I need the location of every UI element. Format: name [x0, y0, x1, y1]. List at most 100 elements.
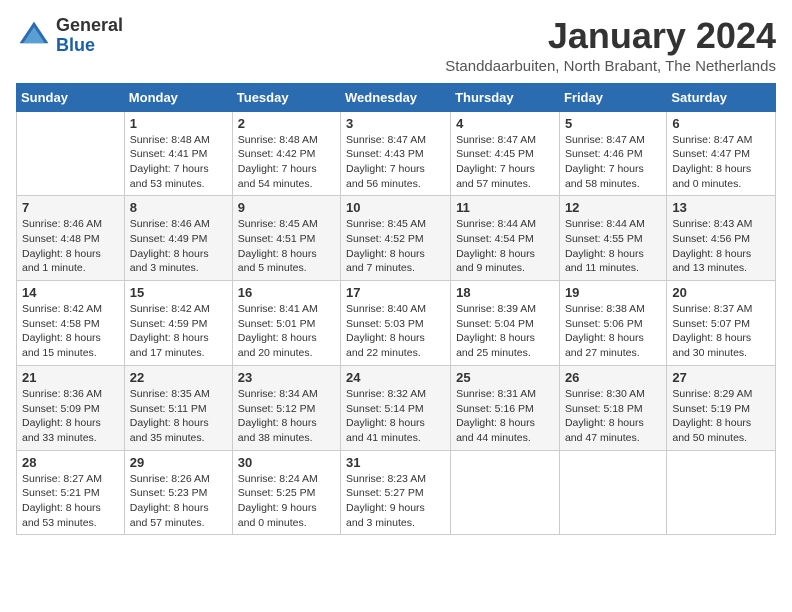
- day-info: Sunrise: 8:47 AMSunset: 4:43 PMDaylight:…: [346, 133, 445, 192]
- day-number: 7: [22, 200, 119, 215]
- day-cell: 4Sunrise: 8:47 AMSunset: 4:45 PMDaylight…: [451, 111, 560, 196]
- day-info: Sunrise: 8:35 AMSunset: 5:11 PMDaylight:…: [130, 387, 227, 446]
- logo-icon: [16, 18, 52, 54]
- day-cell: 2 Sunrise: 8:48 AMSunset: 4:42 PMDaylight…: [232, 111, 340, 196]
- day-number: 4: [456, 116, 554, 131]
- weekday-header-row: SundayMondayTuesdayWednesdayThursdayFrid…: [17, 83, 776, 111]
- day-info: Sunrise: 8:36 AMSunset: 5:09 PMDaylight:…: [22, 387, 119, 446]
- day-cell: 25Sunrise: 8:31 AMSunset: 5:16 PMDayligh…: [451, 365, 560, 450]
- day-info: Sunrise: 8:45 AMSunset: 4:51 PMDaylight:…: [238, 217, 335, 276]
- weekday-header-tuesday: Tuesday: [232, 83, 340, 111]
- day-info: Sunrise: 8:40 AMSunset: 5:03 PMDaylight:…: [346, 302, 445, 361]
- week-row-4: 28Sunrise: 8:27 AMSunset: 5:21 PMDayligh…: [17, 450, 776, 535]
- logo-text: General Blue: [56, 16, 123, 56]
- day-info: Sunrise: 8:42 AMSunset: 4:58 PMDaylight:…: [22, 302, 119, 361]
- day-number: 15: [130, 285, 227, 300]
- day-cell: 29 Sunrise: 8:26 AMSunset: 5:23 PMDayligh…: [124, 450, 232, 535]
- day-cell: 27Sunrise: 8:29 AMSunset: 5:19 PMDayligh…: [667, 365, 776, 450]
- day-info: Sunrise: 8:42 AMSunset: 4:59 PMDaylight:…: [130, 302, 227, 361]
- day-cell: 14Sunrise: 8:42 AMSunset: 4:58 PMDayligh…: [17, 281, 125, 366]
- day-number: 2: [238, 116, 335, 131]
- day-number: 30: [238, 455, 335, 470]
- week-row-1: 7Sunrise: 8:46 AMSunset: 4:48 PMDaylight…: [17, 196, 776, 281]
- day-info: Sunrise: 8:45 AMSunset: 4:52 PMDaylight:…: [346, 217, 445, 276]
- day-number: 25: [456, 370, 554, 385]
- weekday-header-sunday: Sunday: [17, 83, 125, 111]
- day-cell: 18 Sunrise: 8:39 AMSunset: 5:04 PMDayligh…: [451, 281, 560, 366]
- day-number: 5: [565, 116, 661, 131]
- day-number: 18: [456, 285, 554, 300]
- day-cell: [559, 450, 666, 535]
- day-info: Sunrise: 8:32 AMSunset: 5:14 PMDaylight:…: [346, 387, 445, 446]
- weekday-header-thursday: Thursday: [451, 83, 560, 111]
- day-cell: 19 Sunrise: 8:38 AMSunset: 5:06 PMDayligh…: [559, 281, 666, 366]
- day-cell: 5 Sunrise: 8:47 AMSunset: 4:46 PMDaylight…: [559, 111, 666, 196]
- day-info: Sunrise: 8:26 AMSunset: 5:23 PMDaylight:…: [130, 472, 227, 531]
- day-number: 3: [346, 116, 445, 131]
- day-cell: 12 Sunrise: 8:44 AMSunset: 4:55 PMDayligh…: [559, 196, 666, 281]
- day-info: Sunrise: 8:39 AMSunset: 5:04 PMDaylight:…: [456, 302, 554, 361]
- calendar-table: SundayMondayTuesdayWednesdayThursdayFrid…: [16, 83, 776, 536]
- day-number: 29: [130, 455, 227, 470]
- day-cell: 3 Sunrise: 8:47 AMSunset: 4:43 PMDaylight…: [341, 111, 451, 196]
- day-info: Sunrise: 8:41 AMSunset: 5:01 PMDaylight:…: [238, 302, 335, 361]
- day-info: Sunrise: 8:34 AMSunset: 5:12 PMDaylight:…: [238, 387, 335, 446]
- day-cell: 24 Sunrise: 8:32 AMSunset: 5:14 PMDayligh…: [341, 365, 451, 450]
- weekday-header-monday: Monday: [124, 83, 232, 111]
- day-cell: 30 Sunrise: 8:24 AMSunset: 5:25 PMDayligh…: [232, 450, 340, 535]
- subtitle: Standdaarbuiten, North Brabant, The Neth…: [445, 58, 776, 75]
- day-info: Sunrise: 8:24 AMSunset: 5:25 PMDaylight:…: [238, 472, 335, 531]
- day-cell: 26Sunrise: 8:30 AMSunset: 5:18 PMDayligh…: [559, 365, 666, 450]
- day-number: 17: [346, 285, 445, 300]
- logo-blue: Blue: [56, 35, 95, 55]
- weekday-header-wednesday: Wednesday: [341, 83, 451, 111]
- day-cell: 28Sunrise: 8:27 AMSunset: 5:21 PMDayligh…: [17, 450, 125, 535]
- day-number: 22: [130, 370, 227, 385]
- day-cell: [17, 111, 125, 196]
- day-cell: 13 Sunrise: 8:43 AMSunset: 4:56 PMDayligh…: [667, 196, 776, 281]
- weekday-header-friday: Friday: [559, 83, 666, 111]
- logo-general: General: [56, 15, 123, 35]
- day-cell: 10Sunrise: 8:45 AMSunset: 4:52 PMDayligh…: [341, 196, 451, 281]
- day-cell: 15 Sunrise: 8:42 AMSunset: 4:59 PMDayligh…: [124, 281, 232, 366]
- day-number: 8: [130, 200, 227, 215]
- calendar-body: 1 Sunrise: 8:48 AMSunset: 4:41 PMDaylight…: [17, 111, 776, 535]
- day-info: Sunrise: 8:43 AMSunset: 4:56 PMDaylight:…: [672, 217, 770, 276]
- day-cell: 20 Sunrise: 8:37 AMSunset: 5:07 PMDayligh…: [667, 281, 776, 366]
- day-cell: 17 Sunrise: 8:40 AMSunset: 5:03 PMDayligh…: [341, 281, 451, 366]
- week-row-2: 14Sunrise: 8:42 AMSunset: 4:58 PMDayligh…: [17, 281, 776, 366]
- day-info: Sunrise: 8:44 AMSunset: 4:55 PMDaylight:…: [565, 217, 661, 276]
- day-cell: 1 Sunrise: 8:48 AMSunset: 4:41 PMDaylight…: [124, 111, 232, 196]
- day-info: Sunrise: 8:30 AMSunset: 5:18 PMDaylight:…: [565, 387, 661, 446]
- day-number: 9: [238, 200, 335, 215]
- day-number: 16: [238, 285, 335, 300]
- day-number: 31: [346, 455, 445, 470]
- day-info: Sunrise: 8:38 AMSunset: 5:06 PMDaylight:…: [565, 302, 661, 361]
- day-number: 19: [565, 285, 661, 300]
- day-cell: 22 Sunrise: 8:35 AMSunset: 5:11 PMDayligh…: [124, 365, 232, 450]
- day-info: Sunrise: 8:48 AMSunset: 4:41 PMDaylight:…: [130, 133, 227, 192]
- day-cell: 23Sunrise: 8:34 AMSunset: 5:12 PMDayligh…: [232, 365, 340, 450]
- day-cell: 16 Sunrise: 8:41 AMSunset: 5:01 PMDayligh…: [232, 281, 340, 366]
- day-number: 24: [346, 370, 445, 385]
- day-number: 20: [672, 285, 770, 300]
- day-number: 21: [22, 370, 119, 385]
- day-cell: 7Sunrise: 8:46 AMSunset: 4:48 PMDaylight…: [17, 196, 125, 281]
- day-info: Sunrise: 8:37 AMSunset: 5:07 PMDaylight:…: [672, 302, 770, 361]
- day-cell: [451, 450, 560, 535]
- day-cell: [667, 450, 776, 535]
- day-info: Sunrise: 8:44 AMSunset: 4:54 PMDaylight:…: [456, 217, 554, 276]
- day-info: Sunrise: 8:48 AMSunset: 4:42 PMDaylight:…: [238, 133, 335, 192]
- day-number: 1: [130, 116, 227, 131]
- day-info: Sunrise: 8:27 AMSunset: 5:21 PMDaylight:…: [22, 472, 119, 531]
- weekday-header-saturday: Saturday: [667, 83, 776, 111]
- day-info: Sunrise: 8:29 AMSunset: 5:19 PMDaylight:…: [672, 387, 770, 446]
- day-info: Sunrise: 8:47 AMSunset: 4:46 PMDaylight:…: [565, 133, 661, 192]
- logo: General Blue: [16, 16, 123, 56]
- day-cell: 11Sunrise: 8:44 AMSunset: 4:54 PMDayligh…: [451, 196, 560, 281]
- day-number: 13: [672, 200, 770, 215]
- day-number: 12: [565, 200, 661, 215]
- day-info: Sunrise: 8:23 AMSunset: 5:27 PMDaylight:…: [346, 472, 445, 531]
- day-cell: 8Sunrise: 8:46 AMSunset: 4:49 PMDaylight…: [124, 196, 232, 281]
- day-number: 6: [672, 116, 770, 131]
